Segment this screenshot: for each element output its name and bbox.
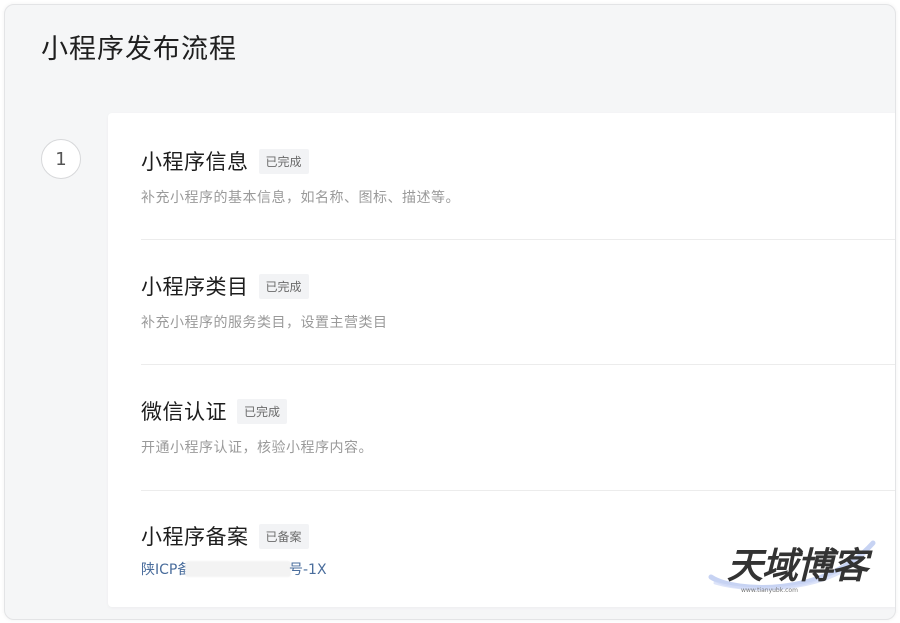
status-badge: 已完成 (258, 273, 309, 299)
item-description: 补充小程序的基本信息，如名称、图标、描述等。 (141, 190, 460, 206)
status-badge: 已完成 (237, 398, 288, 424)
page-title: 小程序发布流程 (41, 34, 237, 65)
item-title: 小程序信息 (141, 150, 249, 174)
status-badge: 已备案 (258, 523, 309, 549)
status-badge: 已完成 (258, 148, 309, 174)
watermark-text: 天域博客 (727, 546, 868, 587)
watermark-url: www.tianyubk.com (741, 587, 798, 594)
list-item-wechat-verification: 微信认证 已完成 开通小程序认证，核验小程序内容。 (141, 397, 895, 491)
item-description: 开通小程序认证，核验小程序内容。 (141, 440, 373, 456)
icp-prefix: 陕ICP备 (141, 562, 192, 578)
watermark-logo: 天域博客 www.tianyubk.com (705, 533, 880, 603)
step-number-circle: 1 (41, 139, 81, 179)
publish-flow-panel: 小程序发布流程 1 小程序信息 已完成 补充小程序的基本信息，如名称、图标、描述… (4, 4, 896, 620)
item-title: 微信认证 (141, 400, 227, 424)
item-title: 小程序类目 (141, 275, 249, 299)
list-item-mini-program-info: 小程序信息 已完成 补充小程序的基本信息，如名称、图标、描述等。 (141, 147, 895, 240)
redaction-mask (185, 561, 291, 577)
item-description: 补充小程序的服务类目，设置主营类目 (141, 315, 388, 331)
icp-suffix: 号-1X (289, 562, 327, 578)
item-title: 小程序备案 (141, 525, 249, 549)
list-item-mini-program-category: 小程序类目 已完成 补充小程序的服务类目，设置主营类目 (141, 272, 895, 365)
